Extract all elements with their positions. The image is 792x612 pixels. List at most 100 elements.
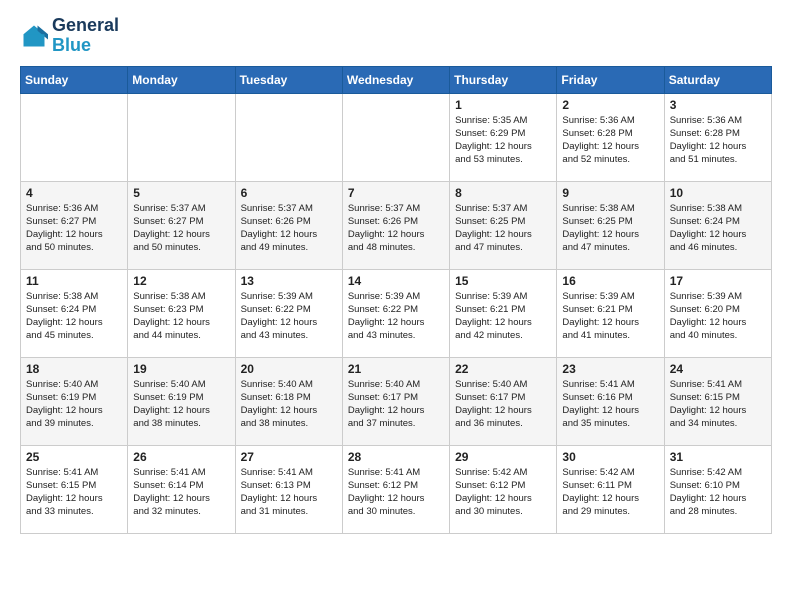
calendar-cell: 16 Sunrise: 5:39 AM Sunset: 6:21 PM Dayli…	[557, 269, 664, 357]
logo: General Blue	[20, 16, 119, 56]
calendar-cell: 12 Sunrise: 5:38 AM Sunset: 6:23 PM Dayli…	[128, 269, 235, 357]
day-number: 29	[455, 450, 551, 464]
day-number: 17	[670, 274, 766, 288]
day-number: 16	[562, 274, 658, 288]
day-detail: Sunrise: 5:40 AM Sunset: 6:17 PM Dayligh…	[455, 378, 551, 431]
day-detail: Sunrise: 5:38 AM Sunset: 6:23 PM Dayligh…	[133, 290, 229, 343]
calendar-cell	[21, 93, 128, 181]
day-detail: Sunrise: 5:39 AM Sunset: 6:21 PM Dayligh…	[455, 290, 551, 343]
day-detail: Sunrise: 5:41 AM Sunset: 6:13 PM Dayligh…	[241, 466, 337, 519]
day-detail: Sunrise: 5:36 AM Sunset: 6:28 PM Dayligh…	[562, 114, 658, 167]
calendar-cell: 1Sunrise: 5:35 AM Sunset: 6:29 PM Daylig…	[450, 93, 557, 181]
day-number: 20	[241, 362, 337, 376]
day-detail: Sunrise: 5:40 AM Sunset: 6:19 PM Dayligh…	[26, 378, 122, 431]
weekday-header: Thursday	[450, 66, 557, 93]
calendar-cell	[342, 93, 449, 181]
calendar-cell: 5Sunrise: 5:37 AM Sunset: 6:27 PM Daylig…	[128, 181, 235, 269]
calendar-cell: 4 Sunrise: 5:36 AM Sunset: 6:27 PM Daylig…	[21, 181, 128, 269]
logo-text: General Blue	[52, 16, 119, 56]
calendar-cell: 10 Sunrise: 5:38 AM Sunset: 6:24 PM Dayli…	[664, 181, 771, 269]
calendar-header-row: SundayMondayTuesdayWednesdayThursdayFrid…	[21, 66, 772, 93]
day-number: 10	[670, 186, 766, 200]
calendar-week-row: 25 Sunrise: 5:41 AM Sunset: 6:15 PM Dayli…	[21, 445, 772, 533]
day-number: 26	[133, 450, 229, 464]
day-detail: Sunrise: 5:38 AM Sunset: 6:24 PM Dayligh…	[670, 202, 766, 255]
calendar-cell	[128, 93, 235, 181]
day-number: 28	[348, 450, 444, 464]
day-detail: Sunrise: 5:41 AM Sunset: 6:12 PM Dayligh…	[348, 466, 444, 519]
calendar-cell	[235, 93, 342, 181]
calendar-cell: 27 Sunrise: 5:41 AM Sunset: 6:13 PM Dayli…	[235, 445, 342, 533]
day-detail: Sunrise: 5:35 AM Sunset: 6:29 PM Dayligh…	[455, 114, 551, 167]
calendar-cell: 31 Sunrise: 5:42 AM Sunset: 6:10 PM Dayli…	[664, 445, 771, 533]
day-number: 6	[241, 186, 337, 200]
day-number: 12	[133, 274, 229, 288]
logo-icon	[20, 22, 48, 50]
calendar-cell: 25 Sunrise: 5:41 AM Sunset: 6:15 PM Dayli…	[21, 445, 128, 533]
day-detail: Sunrise: 5:39 AM Sunset: 6:21 PM Dayligh…	[562, 290, 658, 343]
day-detail: Sunrise: 5:37 AM Sunset: 6:25 PM Dayligh…	[455, 202, 551, 255]
day-number: 8	[455, 186, 551, 200]
calendar-cell: 9 Sunrise: 5:38 AM Sunset: 6:25 PM Daylig…	[557, 181, 664, 269]
calendar-cell: 8 Sunrise: 5:37 AM Sunset: 6:25 PM Daylig…	[450, 181, 557, 269]
day-number: 30	[562, 450, 658, 464]
day-detail: Sunrise: 5:40 AM Sunset: 6:18 PM Dayligh…	[241, 378, 337, 431]
day-detail: Sunrise: 5:41 AM Sunset: 6:15 PM Dayligh…	[670, 378, 766, 431]
weekday-header: Friday	[557, 66, 664, 93]
calendar-cell: 22Sunrise: 5:40 AM Sunset: 6:17 PM Dayli…	[450, 357, 557, 445]
weekday-header: Saturday	[664, 66, 771, 93]
day-number: 31	[670, 450, 766, 464]
calendar-cell: 29 Sunrise: 5:42 AM Sunset: 6:12 PM Dayli…	[450, 445, 557, 533]
calendar-cell: 7Sunrise: 5:37 AM Sunset: 6:26 PM Daylig…	[342, 181, 449, 269]
day-number: 4	[26, 186, 122, 200]
day-number: 24	[670, 362, 766, 376]
day-number: 3	[670, 98, 766, 112]
calendar-cell: 15 Sunrise: 5:39 AM Sunset: 6:21 PM Dayli…	[450, 269, 557, 357]
day-number: 27	[241, 450, 337, 464]
calendar-cell: 30 Sunrise: 5:42 AM Sunset: 6:11 PM Dayli…	[557, 445, 664, 533]
weekday-header: Sunday	[21, 66, 128, 93]
weekday-header: Tuesday	[235, 66, 342, 93]
day-detail: Sunrise: 5:41 AM Sunset: 6:15 PM Dayligh…	[26, 466, 122, 519]
day-detail: Sunrise: 5:39 AM Sunset: 6:22 PM Dayligh…	[348, 290, 444, 343]
day-number: 21	[348, 362, 444, 376]
calendar-cell: 17 Sunrise: 5:39 AM Sunset: 6:20 PM Dayli…	[664, 269, 771, 357]
calendar-table: SundayMondayTuesdayWednesdayThursdayFrid…	[20, 66, 772, 534]
day-number: 2	[562, 98, 658, 112]
calendar-cell: 14 Sunrise: 5:39 AM Sunset: 6:22 PM Dayli…	[342, 269, 449, 357]
day-detail: Sunrise: 5:42 AM Sunset: 6:11 PM Dayligh…	[562, 466, 658, 519]
day-detail: Sunrise: 5:37 AM Sunset: 6:26 PM Dayligh…	[348, 202, 444, 255]
day-number: 15	[455, 274, 551, 288]
day-number: 9	[562, 186, 658, 200]
calendar-cell: 11Sunrise: 5:38 AM Sunset: 6:24 PM Dayli…	[21, 269, 128, 357]
day-detail: Sunrise: 5:42 AM Sunset: 6:12 PM Dayligh…	[455, 466, 551, 519]
day-number: 25	[26, 450, 122, 464]
day-detail: Sunrise: 5:36 AM Sunset: 6:27 PM Dayligh…	[26, 202, 122, 255]
calendar-week-row: 11Sunrise: 5:38 AM Sunset: 6:24 PM Dayli…	[21, 269, 772, 357]
calendar-cell: 18 Sunrise: 5:40 AM Sunset: 6:19 PM Dayli…	[21, 357, 128, 445]
page-header: General Blue	[20, 16, 772, 56]
calendar-cell: 21 Sunrise: 5:40 AM Sunset: 6:17 PM Dayli…	[342, 357, 449, 445]
day-detail: Sunrise: 5:40 AM Sunset: 6:17 PM Dayligh…	[348, 378, 444, 431]
day-detail: Sunrise: 5:41 AM Sunset: 6:16 PM Dayligh…	[562, 378, 658, 431]
calendar-cell: 6 Sunrise: 5:37 AM Sunset: 6:26 PM Daylig…	[235, 181, 342, 269]
day-detail: Sunrise: 5:37 AM Sunset: 6:26 PM Dayligh…	[241, 202, 337, 255]
day-number: 23	[562, 362, 658, 376]
day-detail: Sunrise: 5:38 AM Sunset: 6:24 PM Dayligh…	[26, 290, 122, 343]
day-detail: Sunrise: 5:41 AM Sunset: 6:14 PM Dayligh…	[133, 466, 229, 519]
calendar-cell: 28 Sunrise: 5:41 AM Sunset: 6:12 PM Dayli…	[342, 445, 449, 533]
day-detail: Sunrise: 5:39 AM Sunset: 6:22 PM Dayligh…	[241, 290, 337, 343]
calendar-week-row: 18 Sunrise: 5:40 AM Sunset: 6:19 PM Dayli…	[21, 357, 772, 445]
calendar-cell: 24 Sunrise: 5:41 AM Sunset: 6:15 PM Dayli…	[664, 357, 771, 445]
day-number: 18	[26, 362, 122, 376]
calendar-cell: 2 Sunrise: 5:36 AM Sunset: 6:28 PM Daylig…	[557, 93, 664, 181]
day-number: 19	[133, 362, 229, 376]
day-detail: Sunrise: 5:36 AM Sunset: 6:28 PM Dayligh…	[670, 114, 766, 167]
day-number: 14	[348, 274, 444, 288]
calendar-cell: 3 Sunrise: 5:36 AM Sunset: 6:28 PM Daylig…	[664, 93, 771, 181]
day-detail: Sunrise: 5:42 AM Sunset: 6:10 PM Dayligh…	[670, 466, 766, 519]
day-detail: Sunrise: 5:38 AM Sunset: 6:25 PM Dayligh…	[562, 202, 658, 255]
day-detail: Sunrise: 5:37 AM Sunset: 6:27 PM Dayligh…	[133, 202, 229, 255]
calendar-cell: 23 Sunrise: 5:41 AM Sunset: 6:16 PM Dayli…	[557, 357, 664, 445]
day-detail: Sunrise: 5:39 AM Sunset: 6:20 PM Dayligh…	[670, 290, 766, 343]
